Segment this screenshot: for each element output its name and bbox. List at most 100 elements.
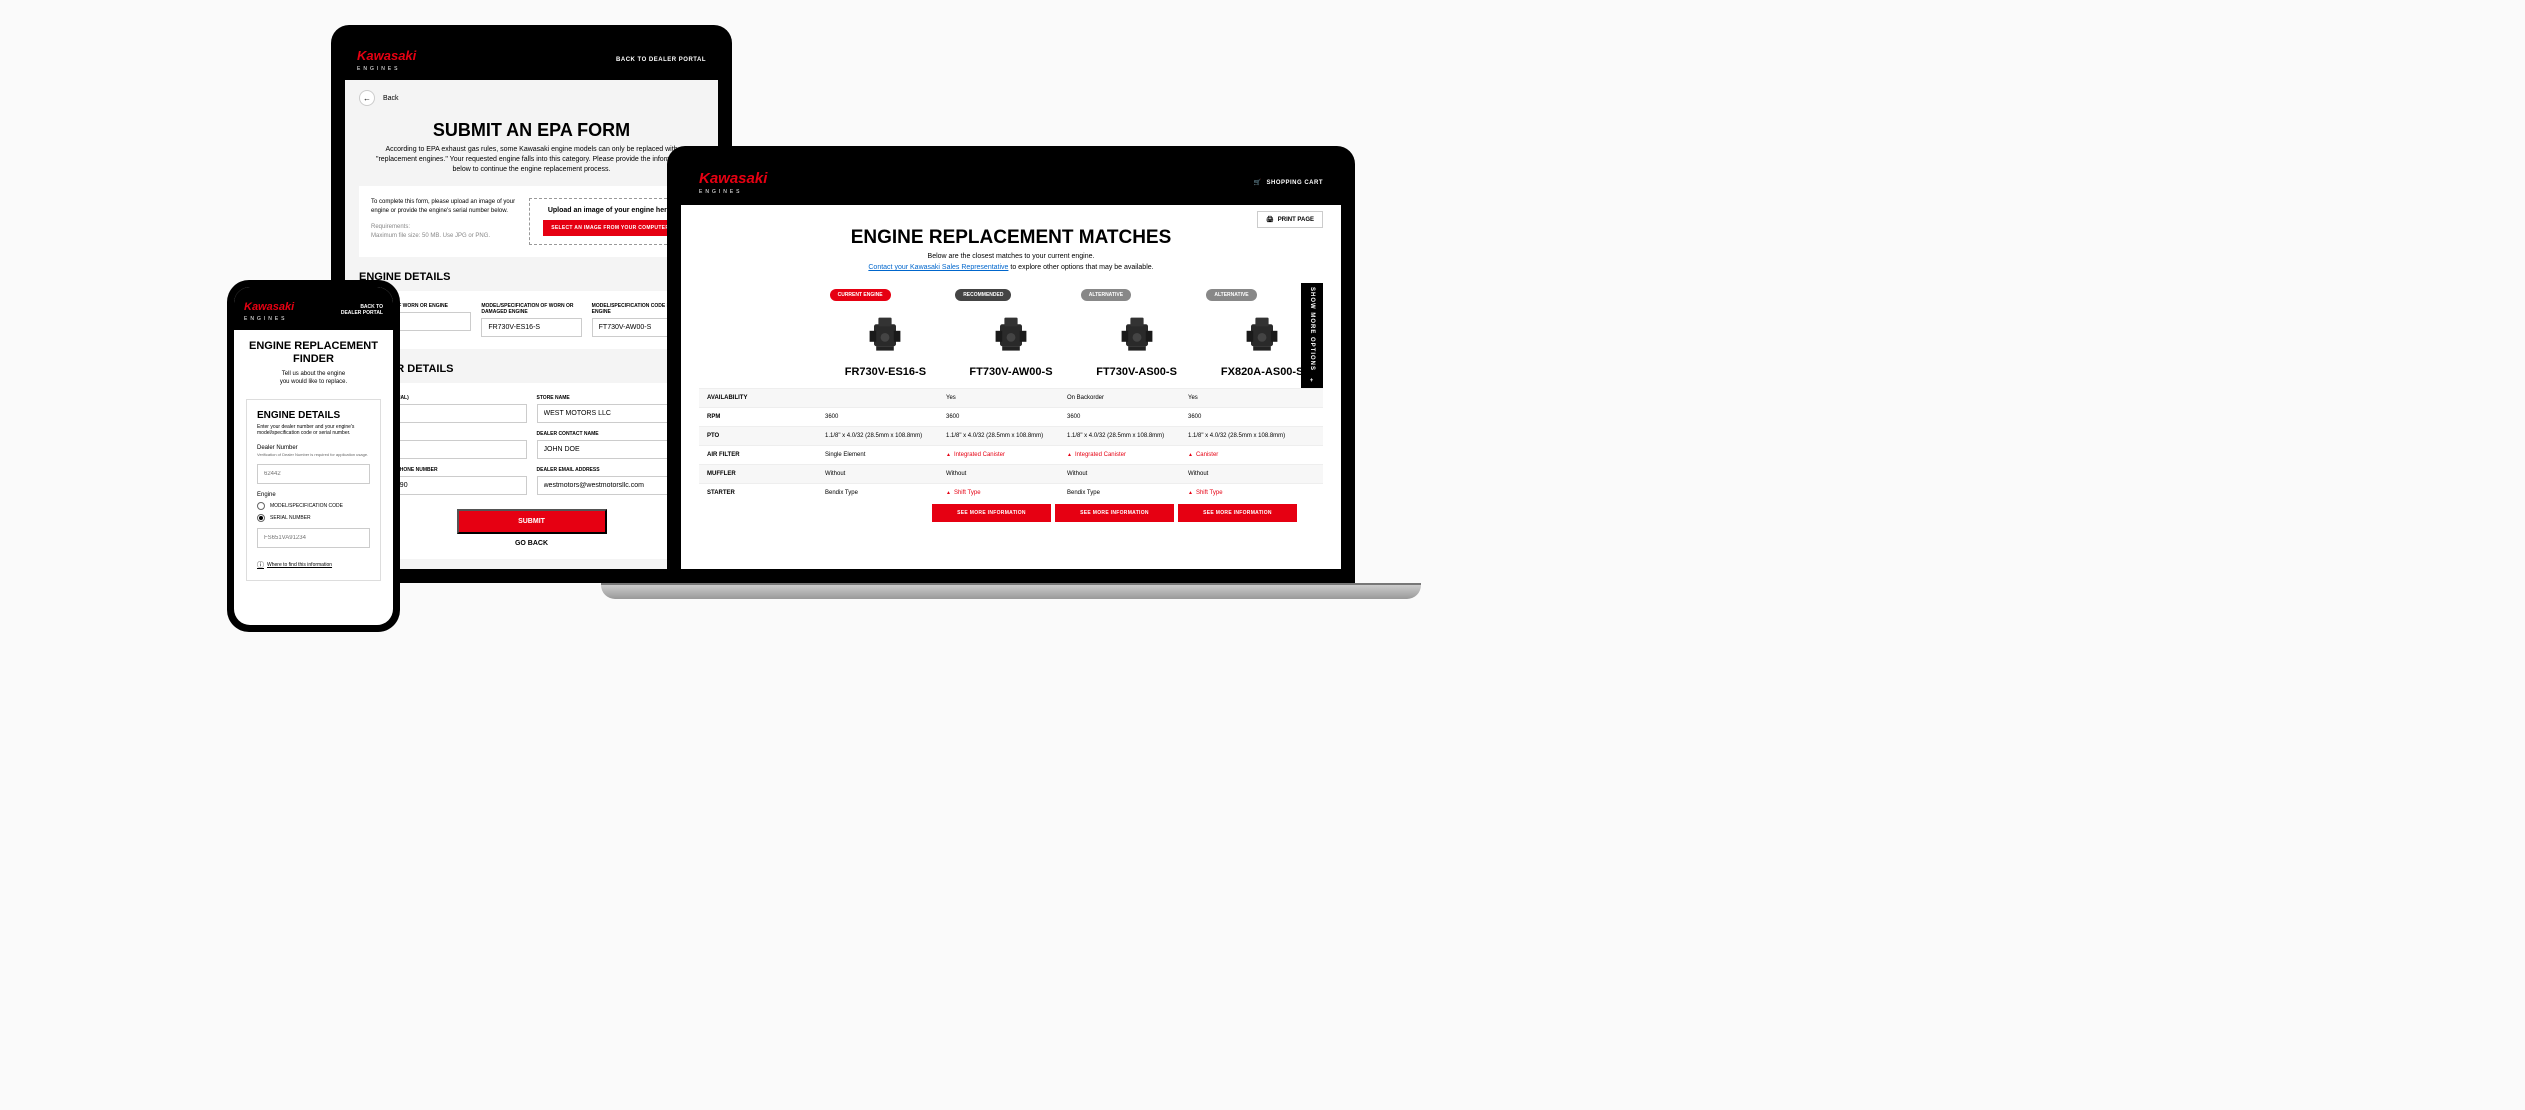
see-more-button[interactable]: SEE MORE INFORMATION <box>1055 504 1174 522</box>
show-more-options-button[interactable]: SHOW MORE OPTIONS <box>1301 283 1323 388</box>
spec-row: MUFFLERWithoutWithoutWithoutWithout <box>699 464 1323 483</box>
upload-title: Upload an image of your engine here. <box>538 207 684 214</box>
where-to-find-link[interactable]: Where to find this information <box>257 560 370 570</box>
dealer-number-label: Dealer Number <box>257 445 370 451</box>
spec-label: PTO <box>699 427 817 445</box>
spec-value: Bendix Type <box>1059 484 1180 502</box>
spec-value: 3600 <box>938 408 1059 426</box>
upload-instructions: To complete this form, please upload an … <box>371 198 517 215</box>
submit-button[interactable]: SUBMIT <box>457 509 607 534</box>
spec-label: STARTER <box>699 484 817 502</box>
card-title: ENGINE DETAILS <box>257 410 370 421</box>
cart-icon: 🛒 <box>1254 179 1262 186</box>
page-title: SUBMIT AN EPA FORM <box>359 120 704 141</box>
upload-card: To complete this form, please upload an … <box>359 186 704 257</box>
spec-label: RPM <box>699 408 817 426</box>
spec-value: 1.1/8" x 4.0/32 (28.5mm x 108.8mm) <box>817 427 938 445</box>
engine-model: FT730V-AS00-S <box>1076 360 1198 388</box>
spec-row: AIR FILTERSingle ElementIntegrated Canis… <box>699 445 1323 464</box>
spec-label: AVAILABILITY <box>699 389 817 407</box>
engine-image <box>825 306 947 360</box>
spec-value: Yes <box>1180 389 1301 407</box>
engine-tag: ALTERNATIVE <box>1081 289 1131 301</box>
engine-image <box>1076 306 1198 360</box>
contact-line: Contact your Kawasaki Sales Representati… <box>699 264 1323 271</box>
see-more-button[interactable]: SEE MORE INFORMATION <box>1178 504 1297 522</box>
page-title: ENGINE REPLACEMENT MATCHES <box>699 227 1323 249</box>
requirements-text: Maximum file size: 50 MB. Use JPG or PNG… <box>371 232 517 240</box>
radio-model-spec[interactable]: MODEL/SPECIFICATION CODE <box>257 502 370 510</box>
spec-value: On Backorder <box>1059 389 1180 407</box>
page-title: ENGINE REPLACEMENTFINDER <box>246 340 381 366</box>
laptop-device: KawasakiENGINES 🛒SHOPPING CART 🖨PRINT PA… <box>667 146 1355 606</box>
spec-value: Bendix Type <box>817 484 938 502</box>
go-back-link[interactable]: GO BACK <box>371 540 692 547</box>
shopping-cart-link[interactable]: 🛒SHOPPING CART <box>1254 179 1324 186</box>
logo: KawasakiENGINES <box>699 170 767 195</box>
dealer-number-input[interactable] <box>257 464 370 484</box>
phone-notch <box>288 280 340 288</box>
spec-labels-column <box>699 283 821 388</box>
spec-table: AVAILABILITY YesOn BackorderYes RPM 3600360… <box>699 388 1323 502</box>
engine-tag: ALTERNATIVE <box>1206 289 1256 301</box>
select-image-button[interactable]: SELECT AN IMAGE FROM YOUR COMPUTER <box>543 220 677 236</box>
page-subtitle: Below are the closest matches to your cu… <box>699 253 1323 260</box>
phone-header: KawasakiENGINES BACK TODEALER PORTAL <box>234 287 393 330</box>
laptop-base <box>601 583 1421 599</box>
back-button[interactable]: ← Back <box>359 80 704 116</box>
print-page-button[interactable]: 🖨PRINT PAGE <box>1257 211 1323 228</box>
logo: KawasakiENGINES <box>357 47 416 72</box>
serial-number-input[interactable] <box>257 528 370 548</box>
spec-value: 3600 <box>1059 408 1180 426</box>
model-worn-label: MODEL/SPECIFICATION OF WORN OR DAMAGED E… <box>481 303 581 315</box>
engine-details-heading: ENGINE DETAILS <box>359 271 704 283</box>
back-to-portal-link[interactable]: BACK TO DEALER PORTAL <box>616 57 706 63</box>
engine-details-card: ENGINE DETAILS Enter your dealer number … <box>246 399 381 581</box>
more-info-row: SEE MORE INFORMATION SEE MORE INFORMATIO… <box>699 502 1323 522</box>
dealer-number-hint: Verification of Dealer Number is require… <box>257 453 370 458</box>
back-label: Back <box>383 95 399 102</box>
page-description: According to EPA exhaust gas rules, some… <box>359 145 704 174</box>
radio-icon <box>257 502 265 510</box>
engine-model: FT730V-AW00-S <box>950 360 1072 388</box>
card-description: Enter your dealer number and your engine… <box>257 424 370 437</box>
radio-serial-number[interactable]: SERIAL NUMBER <box>257 514 370 522</box>
spec-value: Without <box>938 465 1059 483</box>
spec-value: 1.1/8" x 4.0/32 (28.5mm x 108.8mm) <box>1180 427 1301 445</box>
spec-value <box>817 389 938 407</box>
comparison-grid: CURRENT ENGINEFR730V-ES16-SRECOMMENDEDFT… <box>699 283 1323 388</box>
spec-value: Without <box>1180 465 1301 483</box>
spec-value: Canister <box>1180 446 1301 464</box>
spec-row: AVAILABILITY YesOn BackorderYes <box>699 388 1323 407</box>
spec-value: Yes <box>938 389 1059 407</box>
print-icon: 🖨 <box>1266 216 1274 223</box>
spec-row: STARTERBendix TypeShift TypeBendix TypeS… <box>699 483 1323 502</box>
spec-value: Without <box>1059 465 1180 483</box>
spec-value: Shift Type <box>938 484 1059 502</box>
spec-row: RPM3600360036003600 <box>699 407 1323 426</box>
model-worn-input[interactable] <box>481 318 581 337</box>
logo: KawasakiENGINES <box>244 297 294 322</box>
page-subtitle: Tell us about the engineyou would like t… <box>246 371 381 387</box>
spec-value: Without <box>817 465 938 483</box>
spec-value: Integrated Canister <box>938 446 1059 464</box>
tablet-screen: KawasakiENGINES BACK TO DEALER PORTAL ← … <box>345 39 718 569</box>
spec-value: Shift Type <box>1180 484 1301 502</box>
engine-column: RECOMMENDEDFT730V-AW00-S <box>950 283 1072 388</box>
spec-row: PTO1.1/8" x 4.0/32 (28.5mm x 108.8mm)1.1… <box>699 426 1323 445</box>
spec-label: MUFFLER <box>699 465 817 483</box>
back-to-portal-link[interactable]: BACK TODEALER PORTAL <box>341 304 383 316</box>
engine-column: ALTERNATIVE FT730V-AS00-S <box>1076 283 1198 388</box>
radio-icon <box>257 514 265 522</box>
laptop-header: KawasakiENGINES 🛒SHOPPING CART <box>681 160 1341 205</box>
phone-device: KawasakiENGINES BACK TODEALER PORTAL ENG… <box>227 280 400 632</box>
engine-model: FR730V-ES16-S <box>825 360 947 388</box>
spec-label: AIR FILTER <box>699 446 817 464</box>
spec-value: Integrated Canister <box>1059 446 1180 464</box>
see-more-button[interactable]: SEE MORE INFORMATION <box>932 504 1051 522</box>
laptop-screen: KawasakiENGINES 🛒SHOPPING CART 🖨PRINT PA… <box>681 160 1341 569</box>
contact-link[interactable]: Contact your Kawasaki Sales Representati… <box>868 264 1008 271</box>
spec-value: 1.1/8" x 4.0/32 (28.5mm x 108.8mm) <box>938 427 1059 445</box>
engine-image <box>950 306 1072 360</box>
dealer-details-heading: DEALER DETAILS <box>359 363 704 375</box>
